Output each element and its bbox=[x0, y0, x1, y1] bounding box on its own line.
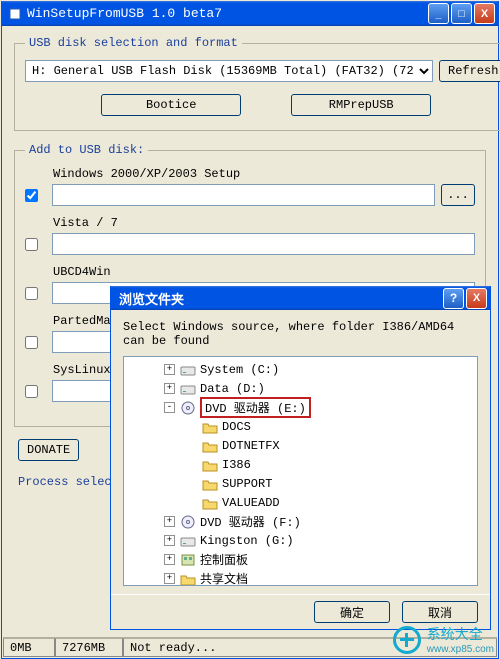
rmprepusb-button[interactable]: RMPrepUSB bbox=[291, 94, 431, 116]
cd-icon bbox=[180, 515, 196, 529]
tree-node[interactable]: VALUEADD bbox=[126, 493, 475, 512]
usb-disk-dropdown[interactable]: H: General USB Flash Disk (15369MB Total… bbox=[25, 60, 433, 82]
expand-icon[interactable]: + bbox=[164, 364, 175, 375]
tree-spacer bbox=[186, 497, 197, 508]
tree-spacer bbox=[186, 421, 197, 432]
drive-icon bbox=[180, 363, 196, 377]
dialog-close-button[interactable]: X bbox=[466, 288, 487, 309]
expand-icon[interactable]: + bbox=[164, 535, 175, 546]
tree-node-label: System (C:) bbox=[200, 363, 279, 377]
tree-node-label: SUPPORT bbox=[222, 477, 272, 491]
tree-node[interactable]: - DVD 驱动器 (E:) bbox=[126, 398, 475, 417]
label-ubcd: UBCD4Win bbox=[53, 265, 475, 279]
folder-tree[interactable]: + System (C:) + Data (D:) - DVD 驱动器 (E:) DOCS… bbox=[123, 356, 478, 586]
collapse-icon[interactable]: - bbox=[164, 402, 175, 413]
refresh-button[interactable]: Refresh bbox=[439, 60, 500, 82]
usb-selection-legend: USB disk selection and format bbox=[25, 36, 242, 50]
checkbox-syslinux[interactable] bbox=[25, 385, 38, 398]
close-button[interactable]: X bbox=[474, 3, 495, 24]
path-vista[interactable] bbox=[52, 233, 475, 255]
tree-node-label: 控制面板 bbox=[200, 551, 248, 568]
dialog-ok-button[interactable]: 确定 bbox=[314, 601, 390, 623]
folder-icon bbox=[202, 477, 218, 491]
folder-icon bbox=[180, 572, 196, 586]
folder-icon bbox=[202, 420, 218, 434]
tree-node-label: VALUEADD bbox=[222, 496, 280, 510]
tree-node-label: DOCS bbox=[222, 420, 251, 434]
bootice-button[interactable]: Bootice bbox=[101, 94, 241, 116]
maximize-button[interactable]: □ bbox=[451, 3, 472, 24]
checkbox-ubcd[interactable] bbox=[25, 287, 38, 300]
status-free: 7276MB bbox=[55, 638, 123, 657]
label-win2k: Windows 2000/XP/2003 Setup bbox=[53, 167, 475, 181]
watermark-title: 系统大全 bbox=[427, 624, 494, 644]
watermark-icon bbox=[393, 626, 421, 654]
expand-icon[interactable]: + bbox=[164, 554, 175, 565]
drive-icon bbox=[180, 382, 196, 396]
expand-icon[interactable]: + bbox=[164, 516, 175, 527]
tree-node-label: Kingston (G:) bbox=[200, 534, 294, 548]
row-win2k: Windows 2000/XP/2003 Setup ... bbox=[25, 167, 475, 206]
folder-icon bbox=[202, 496, 218, 510]
tree-node-label: Data (D:) bbox=[200, 382, 265, 396]
tree-node[interactable]: + System (C:) bbox=[126, 360, 475, 379]
tree-node-label: 共享文档 bbox=[200, 570, 248, 586]
tree-node[interactable]: + Kingston (G:) bbox=[126, 531, 475, 550]
cd-icon bbox=[180, 401, 196, 415]
path-win2k[interactable] bbox=[52, 184, 435, 206]
folder-icon bbox=[202, 458, 218, 472]
checkbox-win2k[interactable] bbox=[25, 189, 38, 202]
drive-icon bbox=[180, 534, 196, 548]
tree-node-label: DVD 驱动器 (F:) bbox=[200, 513, 301, 530]
tree-node[interactable]: I386 bbox=[126, 455, 475, 474]
tree-selected-highlight: DVD 驱动器 (E:) bbox=[200, 397, 311, 418]
tree-node[interactable]: + 共享文档 bbox=[126, 569, 475, 586]
browse-folder-dialog: 浏览文件夹 ? X Select Windows source, where f… bbox=[110, 286, 491, 630]
expand-icon[interactable]: + bbox=[164, 383, 175, 394]
tree-spacer bbox=[186, 440, 197, 451]
checkbox-vista[interactable] bbox=[25, 238, 38, 251]
panel-icon bbox=[180, 553, 196, 567]
tree-spacer bbox=[186, 478, 197, 489]
watermark-url: www.xp85.com bbox=[427, 644, 494, 655]
row-vista: Vista / 7 bbox=[25, 216, 475, 255]
dialog-title: 浏览文件夹 bbox=[119, 289, 443, 308]
usb-selection-group: USB disk selection and format H: General… bbox=[14, 36, 500, 131]
browse-win2k-button[interactable]: ... bbox=[441, 184, 475, 206]
app-icon bbox=[8, 7, 22, 21]
dialog-cancel-button[interactable]: 取消 bbox=[402, 601, 478, 623]
label-vista: Vista / 7 bbox=[53, 216, 475, 230]
minimize-button[interactable]: _ bbox=[428, 3, 449, 24]
add-legend: Add to USB disk: bbox=[25, 143, 148, 157]
titlebar: WinSetupFromUSB 1.0 beta7 _ □ X bbox=[2, 1, 498, 26]
dialog-help-button[interactable]: ? bbox=[443, 288, 464, 309]
dialog-titlebar: 浏览文件夹 ? X bbox=[111, 286, 490, 310]
tree-node[interactable]: DOCS bbox=[126, 417, 475, 436]
tree-node-label: I386 bbox=[222, 458, 251, 472]
folder-icon bbox=[202, 439, 218, 453]
donate-button[interactable]: DONATE bbox=[18, 439, 79, 461]
watermark: 系统大全 www.xp85.com bbox=[393, 624, 494, 655]
tree-node[interactable]: + DVD 驱动器 (F:) bbox=[126, 512, 475, 531]
tree-node-label: DOTNETFX bbox=[222, 439, 280, 453]
tree-node[interactable]: + Data (D:) bbox=[126, 379, 475, 398]
dialog-instruction: Select Windows source, where folder I386… bbox=[123, 320, 478, 348]
tree-node[interactable]: DOTNETFX bbox=[126, 436, 475, 455]
status-used: 0MB bbox=[3, 638, 55, 657]
tree-node[interactable]: SUPPORT bbox=[126, 474, 475, 493]
tree-spacer bbox=[186, 459, 197, 470]
window-title: WinSetupFromUSB 1.0 beta7 bbox=[27, 6, 428, 21]
expand-icon[interactable]: + bbox=[164, 573, 175, 584]
tree-node[interactable]: + 控制面板 bbox=[126, 550, 475, 569]
checkbox-parted[interactable] bbox=[25, 336, 38, 349]
tree-node-label: DVD 驱动器 (E:) bbox=[205, 402, 306, 416]
